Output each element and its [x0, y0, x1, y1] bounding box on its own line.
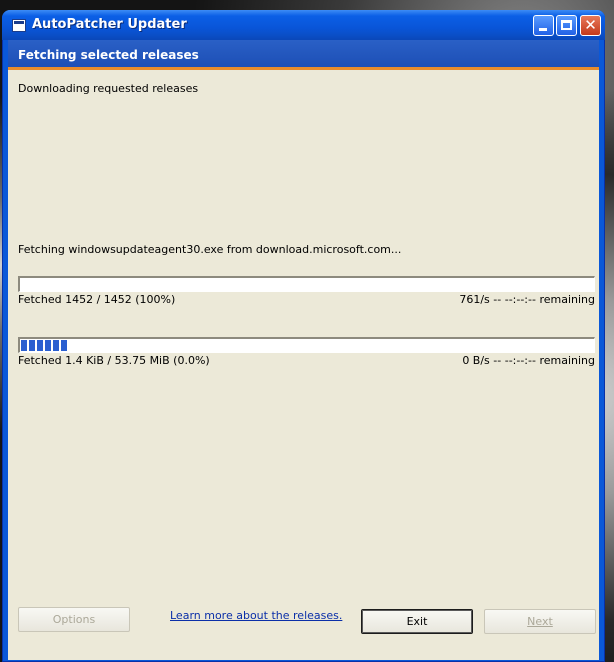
status-main: Downloading requested releases	[18, 82, 199, 95]
file-progress-bar	[18, 337, 595, 353]
overall-progress-bar	[18, 276, 595, 292]
file-rate-text: 0 B/s -- --:--:-- remaining	[462, 354, 595, 367]
maximize-icon	[561, 20, 572, 30]
learn-more-link[interactable]: Learn more about the releases.	[170, 609, 342, 622]
overall-rate-text: 761/s -- --:--:-- remaining	[459, 293, 595, 306]
options-button[interactable]: Options	[18, 607, 130, 632]
maximize-button[interactable]	[556, 15, 577, 36]
app-window: AutoPatcher Updater ✕ Fetching selected …	[2, 10, 605, 662]
minimize-icon	[539, 28, 547, 31]
app-window-icon[interactable]	[12, 19, 26, 32]
client-area: Fetching selected releases Downloading r…	[8, 40, 599, 660]
next-button[interactable]: Next	[484, 609, 596, 634]
window-title: AutoPatcher Updater	[32, 17, 187, 32]
wizard-header-title: Fetching selected releases	[18, 48, 199, 62]
overall-fetched-text: Fetched 1452 / 1452 (100%)	[18, 293, 176, 306]
file-fetched-text: Fetched 1.4 KiB / 53.75 MiB (0.0%)	[18, 354, 210, 367]
file-progress-fill	[21, 340, 67, 351]
minimize-button[interactable]	[533, 15, 554, 36]
close-icon: ✕	[584, 16, 597, 34]
close-button[interactable]: ✕	[580, 15, 601, 36]
title-bar[interactable]: AutoPatcher Updater ✕	[2, 10, 605, 40]
status-fetching: Fetching windowsupdateagent30.exe from d…	[18, 243, 402, 256]
exit-button[interactable]: Exit	[361, 609, 473, 634]
wizard-header: Fetching selected releases	[8, 40, 599, 70]
